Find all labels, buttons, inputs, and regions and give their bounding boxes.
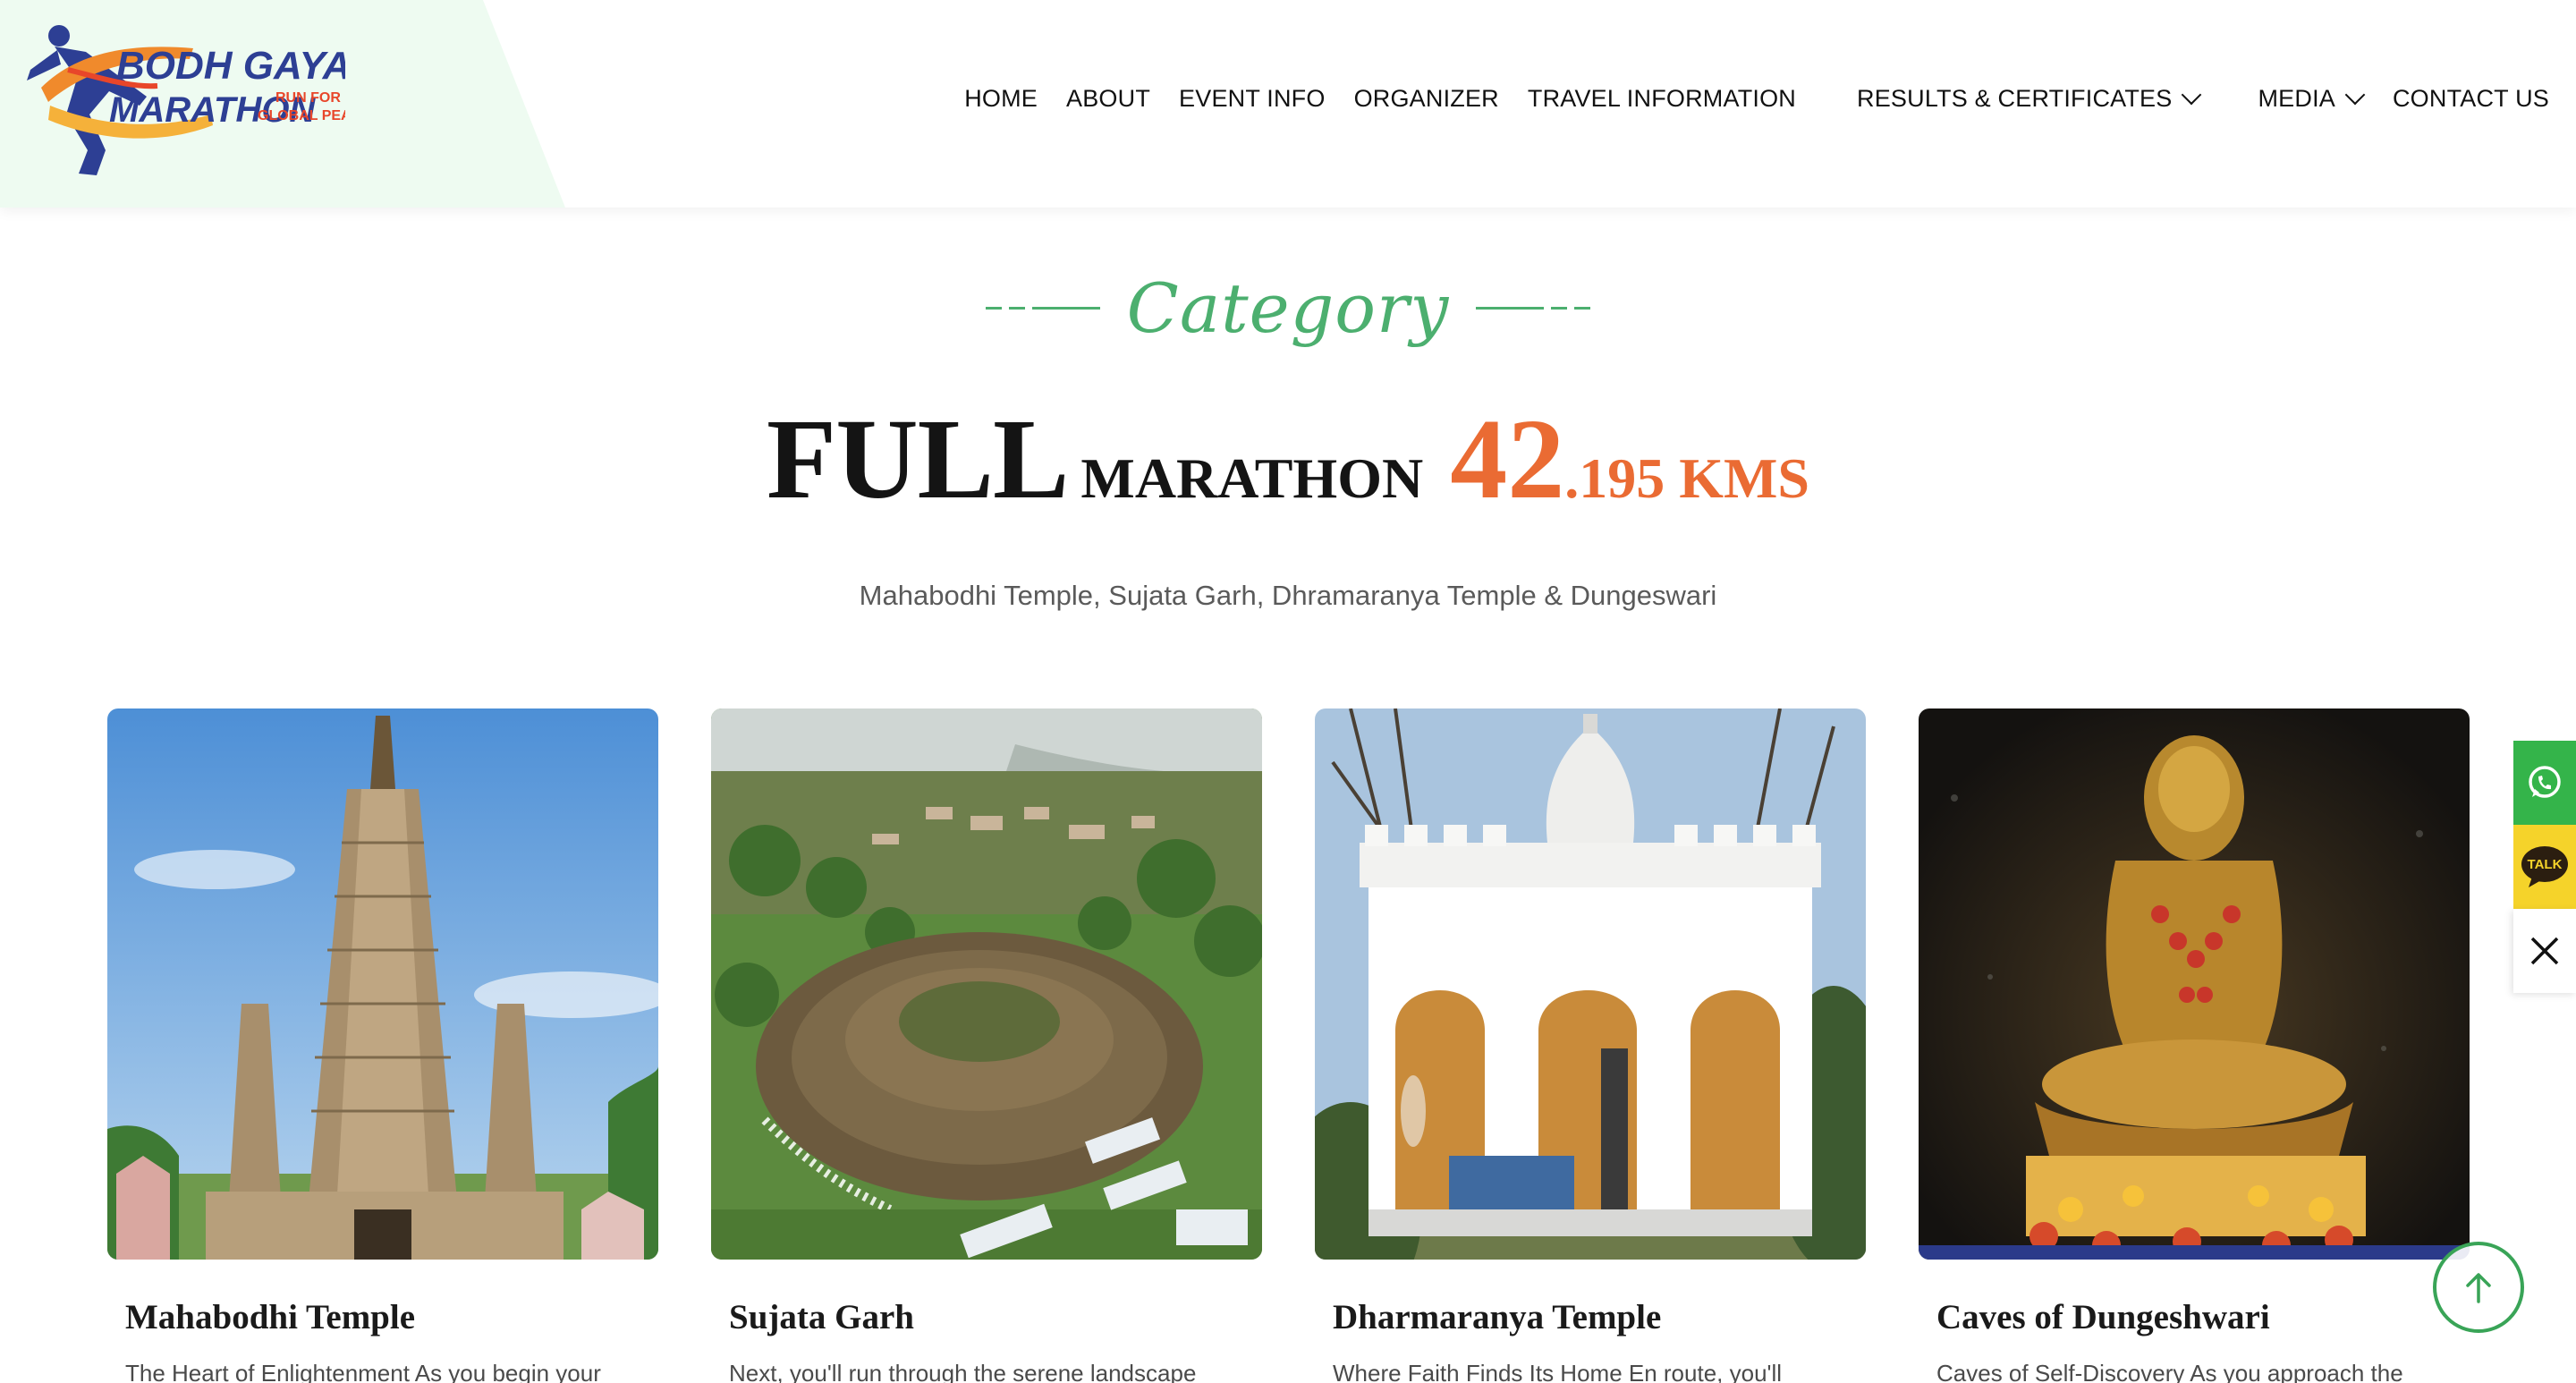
- nav-organizer[interactable]: ORGANIZER: [1354, 85, 1499, 113]
- nav-home[interactable]: HOME: [964, 85, 1038, 113]
- card-image-caves-of-dungeshwari: [1919, 708, 2470, 1260]
- card-title: Mahabodhi Temple: [125, 1298, 416, 1336]
- section-eyebrow: Category: [0, 268, 2576, 348]
- location-cards: Mahabodhi Temple The Heart of Enlightenm…: [107, 708, 2470, 1383]
- title-full: FULL: [767, 395, 1069, 522]
- nav-media[interactable]: MEDIA: [2258, 84, 2366, 113]
- card-image-dharmaranya-temple: [1315, 708, 1866, 1260]
- nav-event-info[interactable]: EVENT INFO: [1179, 85, 1326, 113]
- card-image-sujata-garh: [711, 708, 1262, 1260]
- nav-contact-us[interactable]: CONTACT US: [2393, 85, 2549, 113]
- kakaotalk-button[interactable]: TALK: [2513, 825, 2576, 909]
- nav-about[interactable]: ABOUT: [1066, 85, 1150, 113]
- eyebrow-right-divider: [1476, 307, 1591, 310]
- floating-contact-buttons: TALK: [2513, 741, 2576, 993]
- card-excerpt: Caves of Self-Discovery As you approach …: [1936, 1360, 2403, 1383]
- logo-tagline-1: RUN FOR: [275, 90, 341, 106]
- card-excerpt: The Heart of Enlightenment As you begin …: [125, 1360, 601, 1383]
- scroll-to-top-button[interactable]: [2433, 1242, 2524, 1333]
- card-image-mahabodhi-temple: [107, 708, 658, 1260]
- eyebrow-left-divider: [985, 307, 1100, 310]
- arrow-up-icon: [2466, 1273, 2491, 1303]
- card-title: Caves of Dungeshwari: [1936, 1298, 2270, 1336]
- logo-text-line1: BODH GAYA: [116, 44, 345, 88]
- location-card[interactable]: Mahabodhi Temple The Heart of Enlightenm…: [107, 708, 658, 1383]
- page-title: FULL MARATHON 42.195 KMS: [0, 394, 2576, 525]
- eyebrow-text: Category: [1126, 268, 1450, 348]
- nav-results-certificates[interactable]: RESULTS & CERTIFICATES: [1857, 84, 2202, 113]
- close-icon: [2530, 937, 2559, 965]
- nav-results-label: RESULTS & CERTIFICATES: [1857, 84, 2173, 112]
- site-logo[interactable]: BODH GAYA MARATHON RUN FOR GLOBAL PEACE: [23, 16, 345, 186]
- location-card[interactable]: Sujata Garh Next, you'll run through the…: [711, 708, 1262, 1383]
- site-header: BODH GAYA MARATHON RUN FOR GLOBAL PEACE …: [0, 0, 2576, 208]
- talk-label: TALK: [2528, 857, 2563, 872]
- card-title: Dharmaranya Temple: [1333, 1298, 1662, 1336]
- nav-travel-information[interactable]: TRAVEL INFORMATION: [1528, 85, 1796, 113]
- close-floating-button[interactable]: [2513, 909, 2576, 993]
- main-nav: HOME ABOUT EVENT INFO ORGANIZER TRAVEL I…: [964, 81, 2549, 116]
- location-card[interactable]: Dharmaranya Temple Where Faith Finds Its…: [1315, 708, 1866, 1383]
- card-excerpt: Where Faith Finds Its Home En route, you…: [1333, 1360, 1783, 1383]
- title-marathon: MARATHON: [1080, 446, 1424, 510]
- location-card[interactable]: Caves of Dungeshwari Caves of Self-Disco…: [1919, 708, 2470, 1383]
- kakaotalk-icon: TALK: [2521, 846, 2568, 887]
- whatsapp-icon: [2529, 766, 2561, 798]
- logo-tagline-2: GLOBAL PEACE: [258, 108, 345, 123]
- whatsapp-button[interactable]: [2513, 741, 2576, 825]
- card-excerpt: Next, you'll run through the serene land…: [729, 1360, 1197, 1383]
- section-subtitle: Mahabodhi Temple, Sujata Garh, Dhramaran…: [859, 580, 1717, 611]
- title-distance-number: 42: [1450, 395, 1565, 522]
- nav-media-label: MEDIA: [2258, 84, 2335, 112]
- title-distance-unit: .195 KMS: [1564, 446, 1809, 510]
- card-title: Sujata Garh: [729, 1298, 914, 1336]
- chevron-down-icon: [2344, 84, 2366, 106]
- chevron-down-icon: [2182, 84, 2202, 106]
